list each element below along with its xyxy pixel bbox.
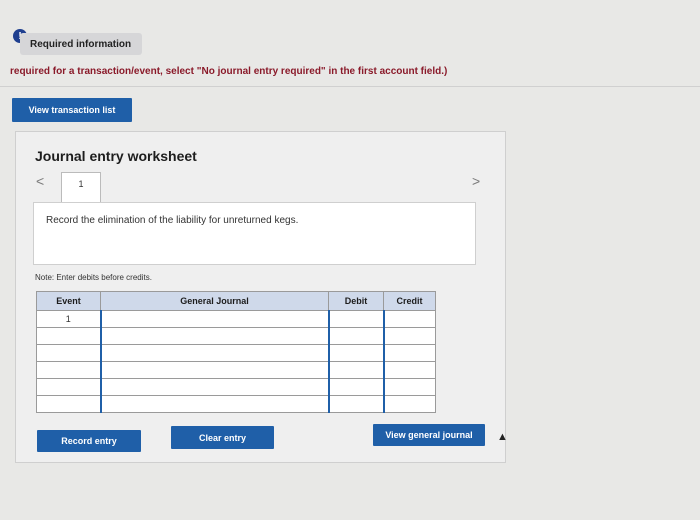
chevron-left-icon[interactable]: < [36,173,44,189]
event-cell [36,378,101,396]
mouse-cursor-icon: ▲ [497,431,508,443]
credit-field[interactable] [382,310,436,328]
table-row [36,361,436,379]
journal-entry-worksheet-panel: Journal entry worksheet < 1 > Record the… [15,131,508,463]
record-entry-button[interactable]: Record entry [37,430,141,452]
debit-field[interactable] [327,327,384,345]
table-row: 1 [36,310,436,328]
journal-entry-table: Event General Journal Debit Credit 1 [36,291,436,413]
table-row [36,378,436,396]
debit-column-header: Debit [328,291,384,311]
worksheet-title: Journal entry worksheet [35,148,197,164]
credit-column-header: Credit [383,291,436,311]
instruction-text: required for a transaction/event, select… [10,66,448,77]
event-cell [36,361,101,379]
credit-field[interactable] [382,327,436,345]
transaction-description-box: Record the elimination of the liability … [33,202,476,265]
chevron-right-icon[interactable]: > [472,173,480,189]
table-row [36,344,436,362]
account-field[interactable] [99,310,329,328]
event-cell [36,327,101,345]
worksheet-tab-label: 1 [78,179,84,189]
event-cell: 1 [36,310,101,328]
debit-field[interactable] [327,395,384,413]
debit-field[interactable] [327,361,384,379]
transaction-description: Record the elimination of the liability … [46,215,299,226]
worksheet-tab-1[interactable]: 1 [61,172,101,202]
table-row [36,395,436,413]
event-cell [36,344,101,362]
required-information-tab[interactable]: Required information [20,33,142,55]
debit-credit-note: Note: Enter debits before credits. [35,273,152,282]
debit-field[interactable] [327,310,384,328]
event-cell [36,395,101,413]
debit-field[interactable] [327,344,384,362]
account-field[interactable] [99,378,329,396]
credit-field[interactable] [382,395,436,413]
general-journal-column-header: General Journal [100,291,329,311]
account-field[interactable] [99,395,329,413]
credit-field[interactable] [382,378,436,396]
light-glare [156,227,192,263]
view-general-journal-button[interactable]: View general journal [373,424,485,446]
account-field[interactable] [99,344,329,362]
credit-field[interactable] [382,344,436,362]
clear-entry-button[interactable]: Clear entry [171,426,274,449]
credit-field[interactable] [382,361,436,379]
divider [0,86,700,87]
account-field[interactable] [99,361,329,379]
debit-field[interactable] [327,378,384,396]
event-column-header: Event [36,291,101,311]
view-transaction-list-button[interactable]: View transaction list [12,98,132,122]
table-row [36,327,436,345]
account-field[interactable] [99,327,329,345]
